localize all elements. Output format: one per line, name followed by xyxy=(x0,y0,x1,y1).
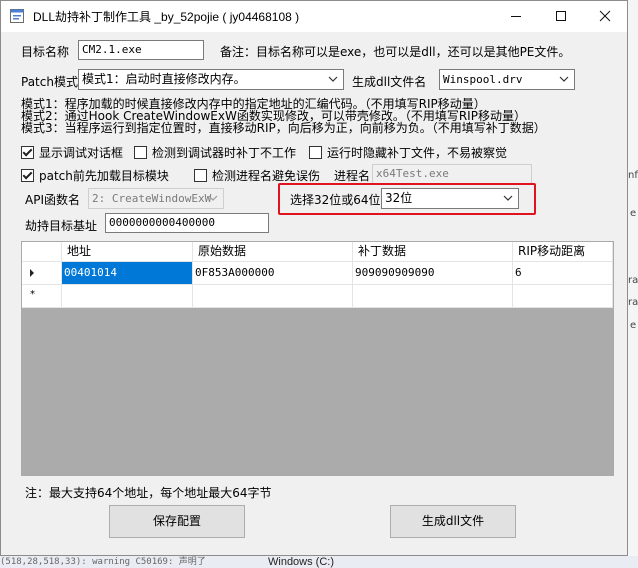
dll-name-value: Winspool.drv xyxy=(443,73,523,86)
table-cell[interactable]: 909090909090 xyxy=(353,262,513,285)
show-debug-checkbox[interactable]: 显示调试对话框 xyxy=(21,144,123,161)
dll-name-label: 生成dll文件名 xyxy=(352,75,427,89)
checkbox-checked-icon xyxy=(21,169,34,182)
process-name-input[interactable]: x64Test.exe xyxy=(372,164,532,184)
checkbox-unchecked-icon xyxy=(134,146,147,159)
console-text: (518,28,518,33): warning C50169: 声明了 xyxy=(0,557,206,567)
save-config-button[interactable]: 保存配置 xyxy=(109,505,245,538)
new-row-header[interactable]: * xyxy=(22,285,62,308)
preload-target-label: patch前先加载目标模块 xyxy=(39,169,169,183)
hide-patch-file-checkbox[interactable]: 运行时隐藏补丁文件，不易被察觉 xyxy=(309,144,507,161)
background-console: (518,28,518,33): warning C50169: 声明了 Win… xyxy=(0,556,638,568)
background-window-edge: nf e ra ra e xyxy=(628,0,638,568)
target-name-label: 目标名称 xyxy=(21,45,70,59)
chevron-down-icon xyxy=(208,195,218,201)
grid-empty-area xyxy=(22,308,613,475)
taskbar-item[interactable]: Windows (C:) xyxy=(268,556,334,568)
column-header[interactable]: 原始数据 xyxy=(193,242,353,262)
column-header[interactable]: 地址 xyxy=(62,242,193,262)
dll-name-dropdown[interactable]: Winspool.drv xyxy=(439,69,575,90)
minimize-button[interactable] xyxy=(493,1,538,31)
mode-description: 模式3：当程序运行到指定位置时，直接移动RIP，向后移为正，向前移为负。（不用填… xyxy=(21,121,546,135)
process-name-label: 进程名 xyxy=(334,169,371,183)
checkbox-unchecked-icon xyxy=(194,169,207,182)
api-value: 2: CreateWindowExW xyxy=(92,192,212,205)
patch-mode-value: 模式1：启动时直接修改内存。 xyxy=(82,72,246,86)
detect-debugger-label: 检测到调试器时补丁不工作 xyxy=(152,146,297,160)
row-header[interactable] xyxy=(22,262,62,285)
table-cell[interactable] xyxy=(62,285,193,308)
patch-grid[interactable]: 地址 原始数据 补丁数据 RIP移动距离 00401014 0F853A0000… xyxy=(21,241,614,476)
bitness-value: 32位 xyxy=(385,191,413,205)
bitness-label: 选择32位或64位 xyxy=(290,193,381,207)
close-button[interactable] xyxy=(582,1,627,31)
table-cell[interactable]: 00401014 xyxy=(62,262,193,285)
column-header[interactable]: RIP移动距离 xyxy=(513,242,613,262)
api-dropdown[interactable]: 2: CreateWindowExW xyxy=(88,188,224,209)
chevron-down-icon xyxy=(559,76,569,82)
main-window: DLL劫持补丁制作工具 _by_52pojie ( jy04468108 ) 目… xyxy=(0,0,628,556)
table-cell[interactable] xyxy=(193,285,353,308)
window-title: DLL劫持补丁制作工具 _by_52pojie ( jy04468108 ) xyxy=(33,10,300,24)
table-cell[interactable]: 0F853A000000 xyxy=(193,262,353,285)
background-text: ra xyxy=(628,275,638,286)
background-text: e xyxy=(630,320,637,331)
maximize-button[interactable] xyxy=(538,1,583,31)
column-header[interactable]: 补丁数据 xyxy=(353,242,513,262)
chevron-down-icon xyxy=(328,76,338,82)
bitness-dropdown[interactable]: 32位 xyxy=(381,188,519,209)
target-name-note: 备注：目标名称可以是exe，也可以是dll，还可以是其他PE文件。 xyxy=(220,45,571,59)
footer-note: 注：最大支持64个地址，每个地址最大64字节 xyxy=(25,486,272,500)
hide-patch-file-label: 运行时隐藏补丁文件，不易被察觉 xyxy=(327,146,508,160)
background-text: ra xyxy=(628,297,638,308)
api-label: API函数名 xyxy=(25,193,80,207)
detect-process-label: 检测进程名避免误伤 xyxy=(212,169,321,183)
preload-target-checkbox[interactable]: patch前先加载目标模块 xyxy=(21,167,169,184)
detect-process-checkbox[interactable]: 检测进程名避免误伤 xyxy=(194,167,320,184)
grid-corner xyxy=(22,242,62,262)
title-bar: DLL劫持补丁制作工具 _by_52pojie ( jy04468108 ) xyxy=(1,1,627,32)
table-cell[interactable] xyxy=(513,285,613,308)
minimize-icon xyxy=(510,16,521,17)
background-text: e xyxy=(630,208,637,219)
chevron-down-icon xyxy=(503,195,513,201)
app-icon xyxy=(10,9,24,23)
new-row-marker: * xyxy=(30,289,35,300)
current-row-arrow-icon xyxy=(30,269,34,277)
checkbox-unchecked-icon xyxy=(309,146,322,159)
close-icon xyxy=(599,10,610,22)
table-cell[interactable]: 6 xyxy=(513,262,613,285)
target-name-input[interactable]: CM2.1.exe xyxy=(78,40,204,60)
base-address-input[interactable]: 0000000000400000 xyxy=(105,213,269,233)
background-text: nf xyxy=(628,170,638,181)
show-debug-label: 显示调试对话框 xyxy=(39,146,124,160)
maximize-icon xyxy=(555,11,566,21)
checkbox-checked-icon xyxy=(21,146,34,159)
table-cell[interactable] xyxy=(353,285,513,308)
detect-debugger-checkbox[interactable]: 检测到调试器时补丁不工作 xyxy=(134,144,296,161)
generate-dll-button[interactable]: 生成dll文件 xyxy=(390,505,516,538)
base-address-label: 劫持目标基址 xyxy=(25,219,98,233)
patch-mode-label: Patch模式 xyxy=(21,75,78,89)
mode-descriptions: 模式1：程序加载的时候直接修改内存中的指定地址的汇编代码。（不用填写RIP移动量… xyxy=(21,98,546,134)
patch-mode-dropdown[interactable]: 模式1：启动时直接修改内存。 xyxy=(78,69,344,90)
